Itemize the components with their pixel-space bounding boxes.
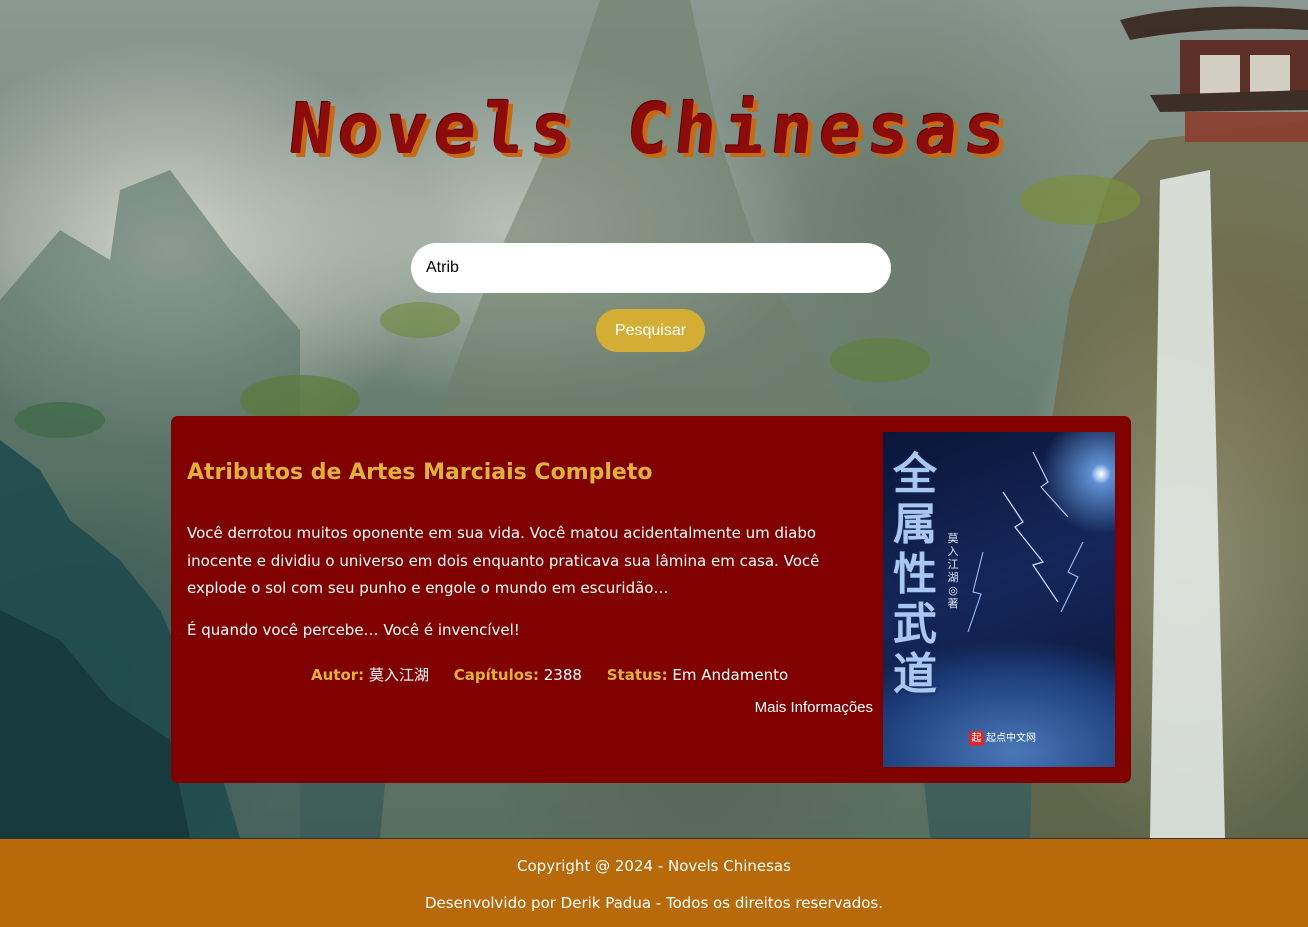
status-label: Status: (606, 666, 668, 684)
cover-author: 莫入江湖◎著 (947, 532, 959, 610)
meta-author: Autor: 莫入江湖 (311, 666, 429, 684)
novel-meta: Autor: 莫入江湖 Capítulos: 2388 Status: Em A… (311, 664, 871, 685)
status-value: Em Andamento (672, 666, 789, 684)
more-info-link[interactable]: Mais Informações (755, 699, 873, 716)
chapters-value: 2388 (543, 666, 582, 684)
search-input[interactable] (411, 243, 891, 293)
author-label: Autor: (311, 666, 365, 684)
author-value: 莫入江湖 (368, 666, 429, 684)
meta-status: Status: Em Andamento (607, 666, 788, 684)
novel-cover-image[interactable]: 全属性武道 莫入江湖◎著 起起点中文网 (883, 432, 1115, 767)
search-button[interactable]: Pesquisar (596, 309, 705, 352)
cover-title: 全属性武道 (893, 449, 937, 700)
publisher-name: 起点中文网 (986, 733, 1036, 744)
site-title: Novels Chinesas (285, 88, 1017, 170)
meta-chapters: Capítulos: 2388 (454, 666, 582, 684)
novel-result-card: Atributos de Artes Marciais Completo Voc… (171, 416, 1131, 783)
novel-title: Atributos de Artes Marciais Completo (187, 460, 653, 485)
footer-copyright: Copyright @ 2024 - Novels Chinesas (517, 857, 791, 875)
cover-publisher: 起起点中文网 (969, 729, 1036, 746)
footer-credits: Desenvolvido por Derik Padua - Todos os … (424, 894, 884, 912)
pagoda-illustration (1120, 6, 1308, 142)
footer: Copyright @ 2024 - Novels Chinesas Desen… (0, 838, 1308, 927)
publisher-logo: 起 (969, 731, 984, 746)
novel-description: Você derrotou muitos oponente em sua vid… (187, 524, 820, 597)
chapters-label: Capítulos: (453, 666, 539, 684)
novel-description-tagline: É quando você percebe… Você é invencível… (187, 621, 520, 639)
